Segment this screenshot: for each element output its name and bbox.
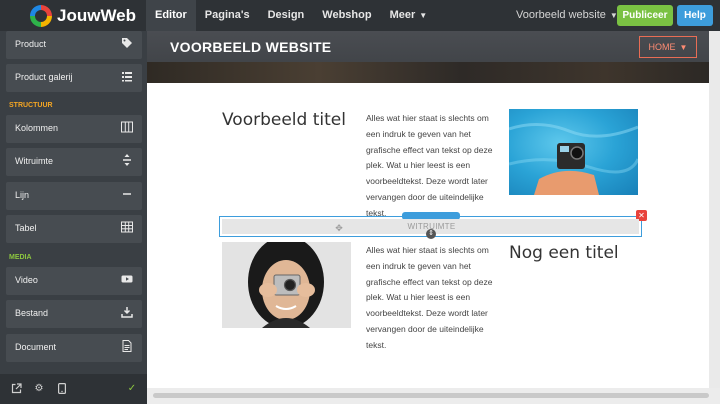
sidebar-item-label: Video xyxy=(15,275,38,285)
table-icon xyxy=(120,221,134,235)
scrollbar-thumb[interactable] xyxy=(153,393,709,398)
sidebar-item-label: Product xyxy=(15,39,47,49)
sidebar-item-label: Kolommen xyxy=(15,123,59,133)
paragraph-2[interactable]: Alles wat hier staat is slechts om een i… xyxy=(366,243,498,354)
sidebar-item-label: Witruimte xyxy=(15,156,53,166)
chevron-down-icon: ▼ xyxy=(679,43,688,52)
jouwweb-logo-icon[interactable] xyxy=(30,5,52,27)
nav-editor[interactable]: Editor xyxy=(146,0,196,31)
document-icon xyxy=(120,340,134,354)
sidebar-item-document[interactable]: Document xyxy=(6,334,142,362)
nav-more[interactable]: Meer ▼ xyxy=(381,0,437,31)
sidebar-item-product[interactable]: Product xyxy=(6,31,142,59)
columns-icon xyxy=(120,121,134,135)
move-icon[interactable]: ✥ xyxy=(334,223,344,233)
sidebar-item-whitespace[interactable]: Witruimte xyxy=(6,148,142,176)
tag-icon xyxy=(120,37,134,51)
sidebar-item-label: Lijn xyxy=(15,190,30,200)
photo-action-camera-art xyxy=(509,123,638,195)
sidebar-item-label: Tabel xyxy=(15,223,37,233)
photo-action-camera-water[interactable] xyxy=(509,109,638,195)
main-nav: Editor Pagina's Design Webshop Meer ▼ xyxy=(146,0,436,31)
resize-handle-icon[interactable]: ⇕ xyxy=(426,229,436,239)
top-bar: JouwWeb Editor Pagina's Design Webshop M… xyxy=(0,0,720,31)
element-sidebar: Product Product galerij STRUCTUUR Kolomm… xyxy=(0,31,147,404)
section-structure-heading: STRUCTUUR xyxy=(9,102,53,109)
home-menu-button[interactable]: HOME ▼ xyxy=(639,36,697,58)
page-content: Voorbeeld titel Alles wat hier staat is … xyxy=(147,83,720,388)
sidebar-item-label: Bestand xyxy=(15,308,49,318)
photo-woman-camera-art xyxy=(222,242,351,328)
brand-name[interactable]: JouwWeb xyxy=(57,6,136,26)
horizontal-scrollbar[interactable] xyxy=(147,388,720,404)
sidebar-item-columns[interactable]: Kolommen xyxy=(6,115,142,143)
heading-2[interactable]: Nog een titel xyxy=(509,243,619,263)
paragraph-1[interactable]: Alles wat hier staat is slechts om een i… xyxy=(366,111,498,222)
sidebar-item-file[interactable]: Bestand xyxy=(6,300,142,328)
section-media-heading: MEDIA xyxy=(9,254,32,261)
nav-webshop[interactable]: Webshop xyxy=(313,0,380,31)
spacing-icon xyxy=(120,154,134,168)
sidebar-item-label: Document xyxy=(15,342,57,352)
site-selector[interactable]: Voorbeeld website ▼ xyxy=(516,0,618,31)
list-icon xyxy=(120,70,134,84)
line-icon xyxy=(120,188,134,202)
website-header: VOORBEELD WEBSITE HOME ▼ xyxy=(147,31,720,83)
gear-icon[interactable]: ⚙ xyxy=(33,383,45,395)
download-icon xyxy=(120,306,134,320)
sidebar-item-video[interactable]: Video xyxy=(6,267,142,295)
header-image-strip xyxy=(147,62,720,83)
chevron-down-icon: ▼ xyxy=(419,11,428,20)
publish-button[interactable]: Publiceer xyxy=(617,5,673,26)
sidebar-footer: ⚙ ✓ xyxy=(0,374,147,404)
nav-pages[interactable]: Pagina's xyxy=(196,0,259,31)
editor-canvas: VOORBEELD WEBSITE HOME ▼ Voorbeeld titel … xyxy=(147,31,720,404)
mobile-icon[interactable] xyxy=(56,383,68,395)
heading-1[interactable]: Voorbeeld titel xyxy=(222,110,346,130)
sidebar-item-product-gallery[interactable]: Product galerij xyxy=(6,64,142,92)
website-title[interactable]: VOORBEELD WEBSITE xyxy=(170,39,331,55)
nav-design[interactable]: Design xyxy=(259,0,314,31)
sidebar-item-line[interactable]: Lijn xyxy=(6,182,142,210)
vertical-scrollbar[interactable] xyxy=(709,31,720,388)
sidebar-item-table[interactable]: Tabel xyxy=(6,215,142,243)
external-link-icon[interactable] xyxy=(10,383,22,395)
sidebar-item-label: Product galerij xyxy=(15,72,73,82)
video-icon xyxy=(120,273,134,287)
whitespace-block-selected[interactable]: ✕ WITRUIMTE ✥ ⇕ xyxy=(219,210,647,239)
help-button[interactable]: Help xyxy=(677,5,713,26)
photo-woman-camera[interactable] xyxy=(222,242,351,328)
checkmark-icon[interactable]: ✓ xyxy=(126,383,138,395)
